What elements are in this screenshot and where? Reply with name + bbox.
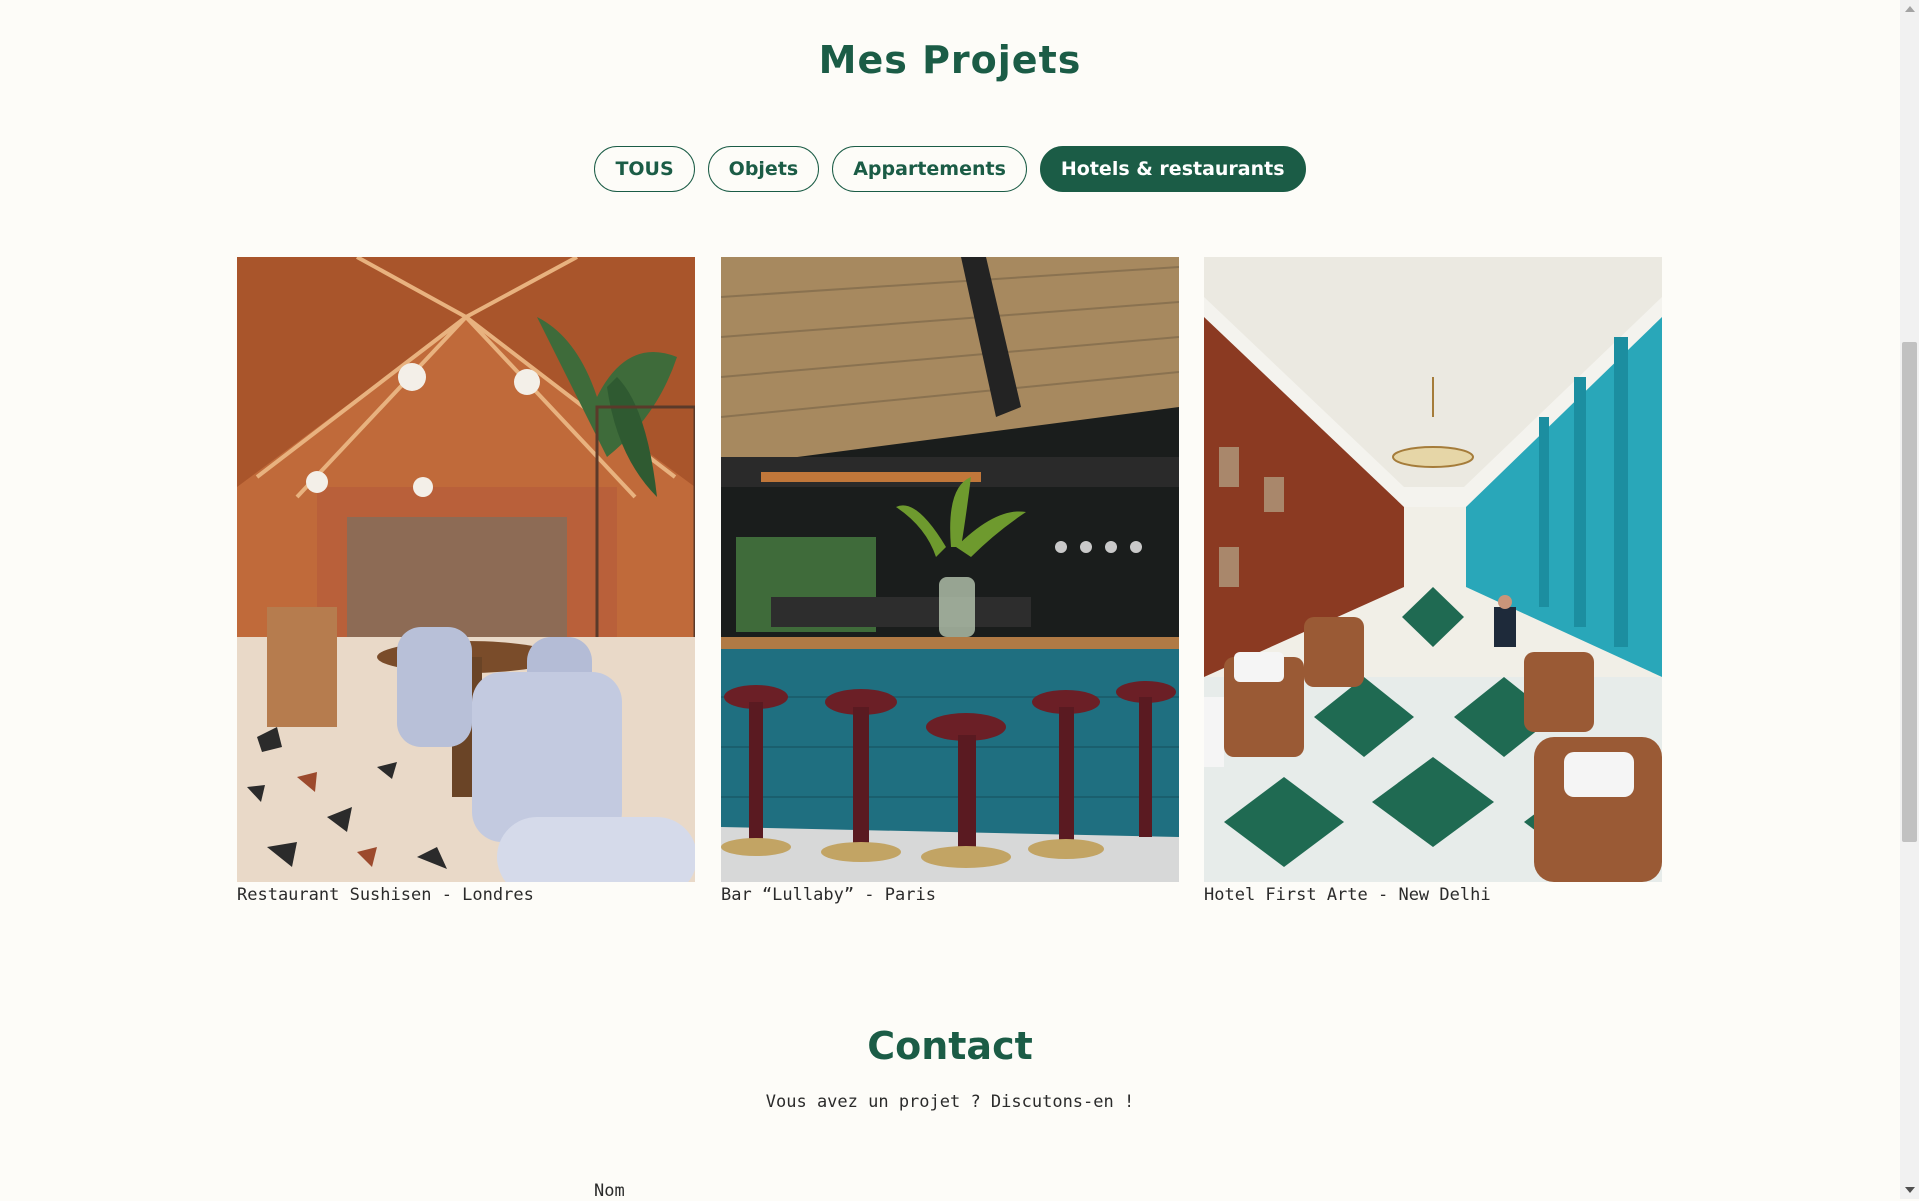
project-card-lullaby[interactable]: Bar “Lullaby” - Paris — [721, 257, 1179, 905]
project-card-first-arte[interactable]: Hotel First Arte - New Delhi — [1204, 257, 1662, 905]
filter-objets-button[interactable]: Objets — [707, 146, 820, 192]
project-caption: Bar “Lullaby” - Paris — [721, 885, 936, 905]
contact-section-title: Contact — [867, 1024, 1033, 1068]
projects-section-title: Mes Projets — [818, 38, 1082, 82]
contact-subtitle: Vous avez un projet ? Discutons-en ! — [765, 1092, 1135, 1112]
scrollbar-thumb[interactable] — [1902, 342, 1917, 842]
project-card-sushisen[interactable]: Restaurant Sushisen - Londres — [237, 257, 695, 905]
project-caption: Hotel First Arte - New Delhi — [1204, 885, 1491, 905]
project-photo-sushisen[interactable] — [237, 257, 695, 882]
project-photo-first-arte[interactable] — [1204, 257, 1662, 882]
name-field-label: Nom — [594, 1181, 625, 1201]
project-photo-lullaby[interactable] — [721, 257, 1179, 882]
scroll-down-arrow-icon[interactable] — [1905, 1187, 1915, 1193]
filter-tous-button[interactable]: TOUS — [594, 146, 695, 192]
project-caption: Restaurant Sushisen - Londres — [237, 885, 534, 905]
filter-hotels-restaurants-button[interactable]: Hotels & restaurants — [1039, 146, 1306, 192]
filter-appartements-button[interactable]: Appartements — [832, 146, 1027, 192]
scroll-up-arrow-icon[interactable] — [1905, 6, 1915, 12]
project-filter-bar: TOUS Objets Appartements Hotels & restau… — [0, 146, 1900, 192]
page: Mes Projets TOUS Objets Appartements Hot… — [0, 0, 1900, 1201]
